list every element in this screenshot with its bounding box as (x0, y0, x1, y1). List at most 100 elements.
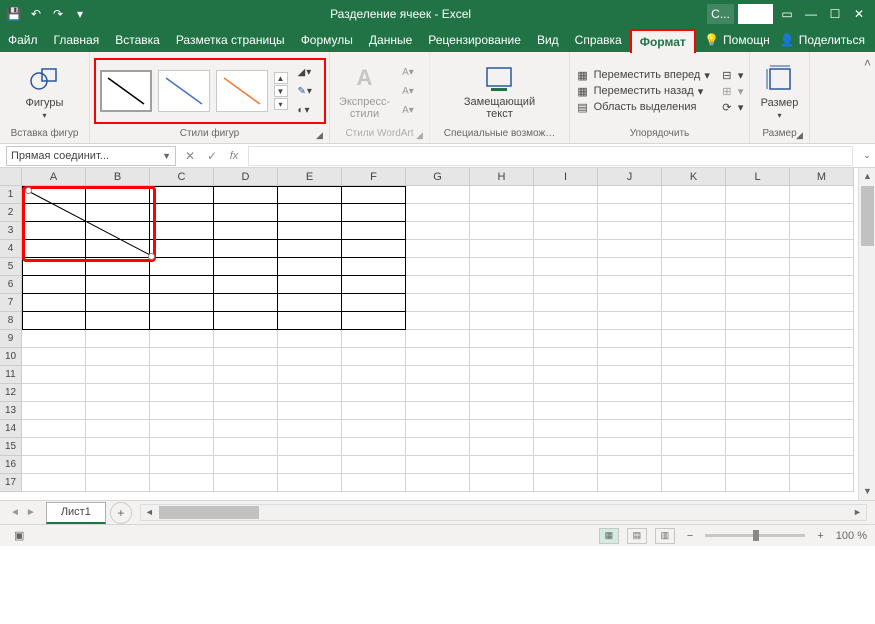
cell[interactable] (598, 420, 662, 438)
row-header[interactable]: 15 (0, 438, 22, 456)
cell[interactable] (598, 348, 662, 366)
alt-text-button[interactable]: Замещающий текст (460, 60, 539, 122)
cell[interactable] (22, 438, 86, 456)
cell[interactable] (662, 204, 726, 222)
cell[interactable] (790, 186, 854, 204)
cell[interactable] (726, 456, 790, 474)
shape-effects-button[interactable]: ◐▾ (298, 102, 320, 118)
minimize-button[interactable]: — (801, 4, 821, 24)
scroll-thumb[interactable] (861, 186, 874, 246)
formula-input[interactable] (248, 146, 853, 166)
cell[interactable] (406, 438, 470, 456)
cells[interactable] (22, 186, 854, 492)
scroll-right-icon[interactable]: ► (849, 505, 866, 520)
cell[interactable] (278, 294, 342, 312)
cell[interactable] (534, 438, 598, 456)
align-button[interactable]: ⊟▾ (720, 68, 744, 82)
gallery-more-icon[interactable]: ▾ (274, 98, 288, 110)
cell[interactable] (342, 204, 406, 222)
cell[interactable] (470, 204, 534, 222)
cell[interactable] (534, 330, 598, 348)
cell[interactable] (150, 420, 214, 438)
cell[interactable] (278, 438, 342, 456)
cell[interactable] (214, 204, 278, 222)
cell[interactable] (534, 348, 598, 366)
cell[interactable] (470, 384, 534, 402)
sheet-nav-next-icon[interactable]: ► (26, 507, 36, 518)
cell[interactable] (790, 312, 854, 330)
cell[interactable] (86, 222, 150, 240)
row-header[interactable]: 11 (0, 366, 22, 384)
zoom-in-button[interactable]: + (813, 530, 827, 542)
tab-data[interactable]: Данные (361, 28, 420, 52)
scroll-up-icon[interactable]: ▲ (859, 168, 875, 185)
cell[interactable] (726, 366, 790, 384)
cell[interactable] (86, 474, 150, 492)
column-header[interactable]: B (86, 168, 150, 186)
cell[interactable] (662, 312, 726, 330)
cell[interactable] (662, 186, 726, 204)
cell[interactable] (726, 384, 790, 402)
cell[interactable] (790, 456, 854, 474)
cell[interactable] (86, 330, 150, 348)
cell[interactable] (278, 474, 342, 492)
style-thumb-1[interactable] (100, 70, 152, 112)
cell[interactable] (662, 384, 726, 402)
cell[interactable] (86, 456, 150, 474)
cell[interactable] (470, 474, 534, 492)
row-header[interactable]: 2 (0, 204, 22, 222)
style-thumb-2[interactable] (158, 70, 210, 112)
shapes-button[interactable]: Фигуры ▾ (22, 61, 68, 122)
ribbon-display-button[interactable]: ▭ (777, 4, 797, 24)
cell[interactable] (214, 222, 278, 240)
style-thumb-3[interactable] (216, 70, 268, 112)
cell[interactable] (726, 276, 790, 294)
cell[interactable] (790, 438, 854, 456)
shape-fill-button[interactable]: ◢▾ (298, 64, 320, 80)
row-header[interactable]: 13 (0, 402, 22, 420)
cell[interactable] (790, 204, 854, 222)
cell[interactable] (278, 402, 342, 420)
cell[interactable] (662, 420, 726, 438)
cell[interactable] (278, 384, 342, 402)
cell[interactable] (22, 312, 86, 330)
cell[interactable] (406, 222, 470, 240)
cell[interactable] (534, 474, 598, 492)
cell[interactable] (342, 276, 406, 294)
cell[interactable] (598, 222, 662, 240)
send-backward-button[interactable]: ▦Переместить назад ▾ (576, 84, 710, 98)
cell[interactable] (150, 294, 214, 312)
cell[interactable] (86, 258, 150, 276)
cell[interactable] (598, 204, 662, 222)
cell[interactable] (598, 294, 662, 312)
cell[interactable] (662, 402, 726, 420)
bring-forward-button[interactable]: ▦Переместить вперед ▾ (576, 68, 710, 82)
cell[interactable] (22, 330, 86, 348)
row-header[interactable]: 5 (0, 258, 22, 276)
collapse-ribbon-icon[interactable]: ˄ (864, 56, 871, 70)
cell[interactable] (150, 312, 214, 330)
cell[interactable] (406, 240, 470, 258)
cell[interactable] (342, 420, 406, 438)
cell[interactable] (534, 312, 598, 330)
row-header[interactable]: 3 (0, 222, 22, 240)
cell[interactable] (470, 240, 534, 258)
cell[interactable] (662, 258, 726, 276)
rotate-button[interactable]: ⟳▾ (720, 100, 744, 114)
tab-formulas[interactable]: Формулы (293, 28, 361, 52)
cell[interactable] (470, 312, 534, 330)
tab-review[interactable]: Рецензирование (420, 28, 529, 52)
cell[interactable] (726, 474, 790, 492)
tab-file[interactable]: Файл (0, 28, 46, 52)
cell[interactable] (86, 366, 150, 384)
cell[interactable] (214, 420, 278, 438)
cell[interactable] (406, 384, 470, 402)
cell[interactable] (598, 312, 662, 330)
tab-home[interactable]: Главная (46, 28, 108, 52)
cell[interactable] (534, 384, 598, 402)
column-header[interactable]: F (342, 168, 406, 186)
cell[interactable] (214, 276, 278, 294)
tab-insert[interactable]: Вставка (107, 28, 168, 52)
sheet-nav-prev-icon[interactable]: ◄ (10, 507, 20, 518)
cell[interactable] (86, 240, 150, 258)
